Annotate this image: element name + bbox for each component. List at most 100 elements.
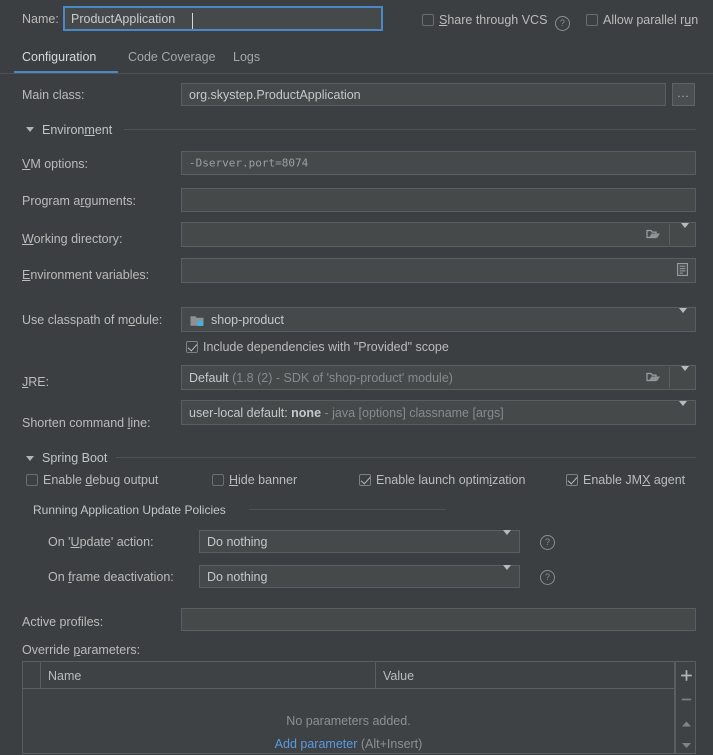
include-provided-scope-checkbox[interactable]: Include dependencies with "Provided" sco… — [186, 340, 449, 354]
on-update-action-value: Do nothing — [207, 534, 268, 549]
on-frame-deactivation-label: On frame deactivation: — [48, 570, 174, 584]
chevron-down-icon[interactable] — [679, 400, 687, 420]
allow-parallel-run-label: Allow parallel run — [603, 13, 699, 27]
use-classpath-value: shop-product — [211, 312, 284, 327]
checkbox-box — [359, 474, 371, 486]
program-arguments-input[interactable] — [181, 188, 696, 212]
on-update-action-label: On 'Update' action: — [48, 535, 154, 549]
folder-icon[interactable] — [646, 370, 661, 385]
configuration-name-input[interactable]: ProductApplication — [63, 6, 383, 31]
checkbox-box — [566, 474, 578, 486]
checkbox-box — [212, 474, 224, 486]
environment-variables-label: Environment variables: — [22, 268, 150, 282]
use-classpath-dropdown[interactable]: shop-product — [181, 307, 696, 332]
main-class-browse-button[interactable]: ... — [672, 83, 695, 106]
jre-dropdown[interactable]: Default (1.8 (2) - SDK of 'shop-product'… — [181, 365, 696, 390]
hide-banner-label: Hide banner — [229, 473, 298, 487]
module-icon — [190, 314, 204, 326]
column-header-name: Name — [48, 669, 82, 683]
hide-banner-checkbox[interactable]: Hide banner — [212, 473, 297, 487]
main-class-input[interactable]: org.skystep.ProductApplication — [181, 83, 666, 106]
add-parameter-link[interactable]: Add parameter — [275, 737, 358, 751]
tab-divider — [0, 73, 713, 74]
remove-parameter-button[interactable] — [676, 690, 696, 710]
checkbox-box — [422, 14, 434, 26]
chevron-down-icon[interactable] — [679, 307, 687, 327]
divider — [669, 367, 670, 388]
section-divider — [124, 129, 696, 130]
share-through-vcs-label: Share through VCS — [439, 13, 548, 27]
section-divider — [116, 457, 696, 458]
tab-bar: Configuration Code Coverage Logs — [0, 44, 713, 74]
shorten-command-line-label: Shorten command line: — [22, 416, 151, 430]
main-class-value: org.skystep.ProductApplication — [189, 87, 361, 102]
empty-state-message: No parameters added. — [286, 714, 411, 728]
table-toolbar — [675, 661, 696, 754]
help-circle-icon[interactable]: ? — [540, 535, 555, 550]
help-circle-icon[interactable]: ? — [554, 16, 570, 31]
shorten-command-line-dropdown[interactable]: user-local default: none - java [options… — [181, 400, 696, 425]
checkbox-box — [186, 341, 198, 353]
on-update-action-dropdown[interactable]: Do nothing — [199, 529, 520, 553]
enable-debug-output-label: Enable debug output — [43, 473, 159, 487]
active-profiles-input[interactable] — [181, 608, 696, 631]
move-parameter-down-button[interactable] — [676, 735, 696, 755]
group-divider — [249, 509, 446, 510]
tab-code-coverage[interactable]: Code Coverage — [128, 50, 216, 64]
environment-variables-input[interactable] — [181, 258, 696, 283]
override-parameters-label: Override parameters: — [22, 643, 141, 657]
tab-logs[interactable]: Logs — [233, 50, 260, 64]
tab-configuration[interactable]: Configuration — [22, 50, 96, 64]
divider — [40, 662, 41, 688]
add-parameter-button[interactable] — [676, 666, 696, 686]
environment-collapse-triangle-icon[interactable] — [26, 127, 34, 132]
active-profiles-label: Active profiles: — [22, 615, 104, 629]
jre-value: Default (1.8 (2) - SDK of 'shop-product'… — [189, 370, 453, 385]
table-header: Name Value — [23, 662, 674, 689]
override-parameters-table[interactable]: Name Value No parameters added. Add para… — [22, 661, 675, 754]
empty-state-action: Add parameter (Alt+Insert) — [23, 737, 674, 751]
allow-parallel-run-checkbox[interactable]: Allow parallel run — [586, 13, 698, 27]
vm-options-label: VM options: — [22, 157, 89, 171]
chevron-down-icon[interactable] — [681, 365, 689, 385]
enable-launch-optimization-checkbox[interactable]: Enable launch optimization — [359, 473, 525, 487]
on-frame-deactivation-dropdown[interactable]: Do nothing — [199, 564, 520, 588]
move-parameter-up-button[interactable] — [676, 714, 696, 734]
shorten-command-line-value: user-local default: none - java [options… — [189, 405, 504, 420]
column-header-value: Value — [383, 669, 415, 683]
update-policies-group-title: Running Application Update Policies — [33, 503, 226, 517]
enable-jmx-agent-label: Enable JMX agent — [583, 473, 686, 487]
enable-debug-output-checkbox[interactable]: Enable debug output — [26, 473, 158, 487]
spring-boot-collapse-triangle-icon[interactable] — [26, 456, 34, 461]
vm-options-input[interactable]: -Dserver.port=8074 — [181, 151, 696, 175]
chevron-down-icon[interactable] — [681, 222, 689, 242]
spring-boot-section-title: Spring Boot — [42, 451, 108, 465]
include-provided-scope-label: Include dependencies with "Provided" sco… — [203, 340, 449, 354]
help-circle-icon[interactable]: ? — [540, 570, 555, 585]
working-directory-input[interactable] — [181, 222, 696, 247]
on-frame-deactivation-value: Do nothing — [207, 569, 268, 584]
name-label: Name: — [22, 12, 59, 26]
text-caret — [192, 13, 193, 29]
jre-label: JRE: — [22, 375, 50, 389]
configuration-name-value: ProductApplication — [71, 12, 176, 26]
folder-icon[interactable] — [646, 227, 661, 242]
enable-launch-optimization-label: Enable launch optimization — [376, 473, 526, 487]
divider — [669, 224, 670, 245]
enable-jmx-agent-checkbox[interactable]: Enable JMX agent — [566, 473, 685, 487]
chevron-down-icon[interactable] — [503, 529, 511, 549]
divider — [375, 662, 376, 688]
share-through-vcs-checkbox[interactable]: Share through VCS ? — [422, 13, 570, 31]
checkbox-box — [26, 474, 38, 486]
use-classpath-label: Use classpath of module: — [22, 313, 163, 327]
vm-options-value: -Dserver.port=8074 — [189, 156, 309, 170]
add-parameter-hint: (Alt+Insert) — [360, 737, 423, 751]
environment-section-title: Environment — [42, 123, 113, 137]
main-class-label: Main class: — [22, 88, 85, 102]
checkbox-box — [586, 14, 598, 26]
chevron-down-icon[interactable] — [503, 564, 511, 584]
list-icon[interactable] — [677, 262, 688, 279]
name-row: Name: ProductApplication Share through V… — [0, 0, 713, 40]
working-directory-label: Working directory: — [22, 232, 123, 246]
program-arguments-label: Program arguments: — [22, 194, 136, 208]
